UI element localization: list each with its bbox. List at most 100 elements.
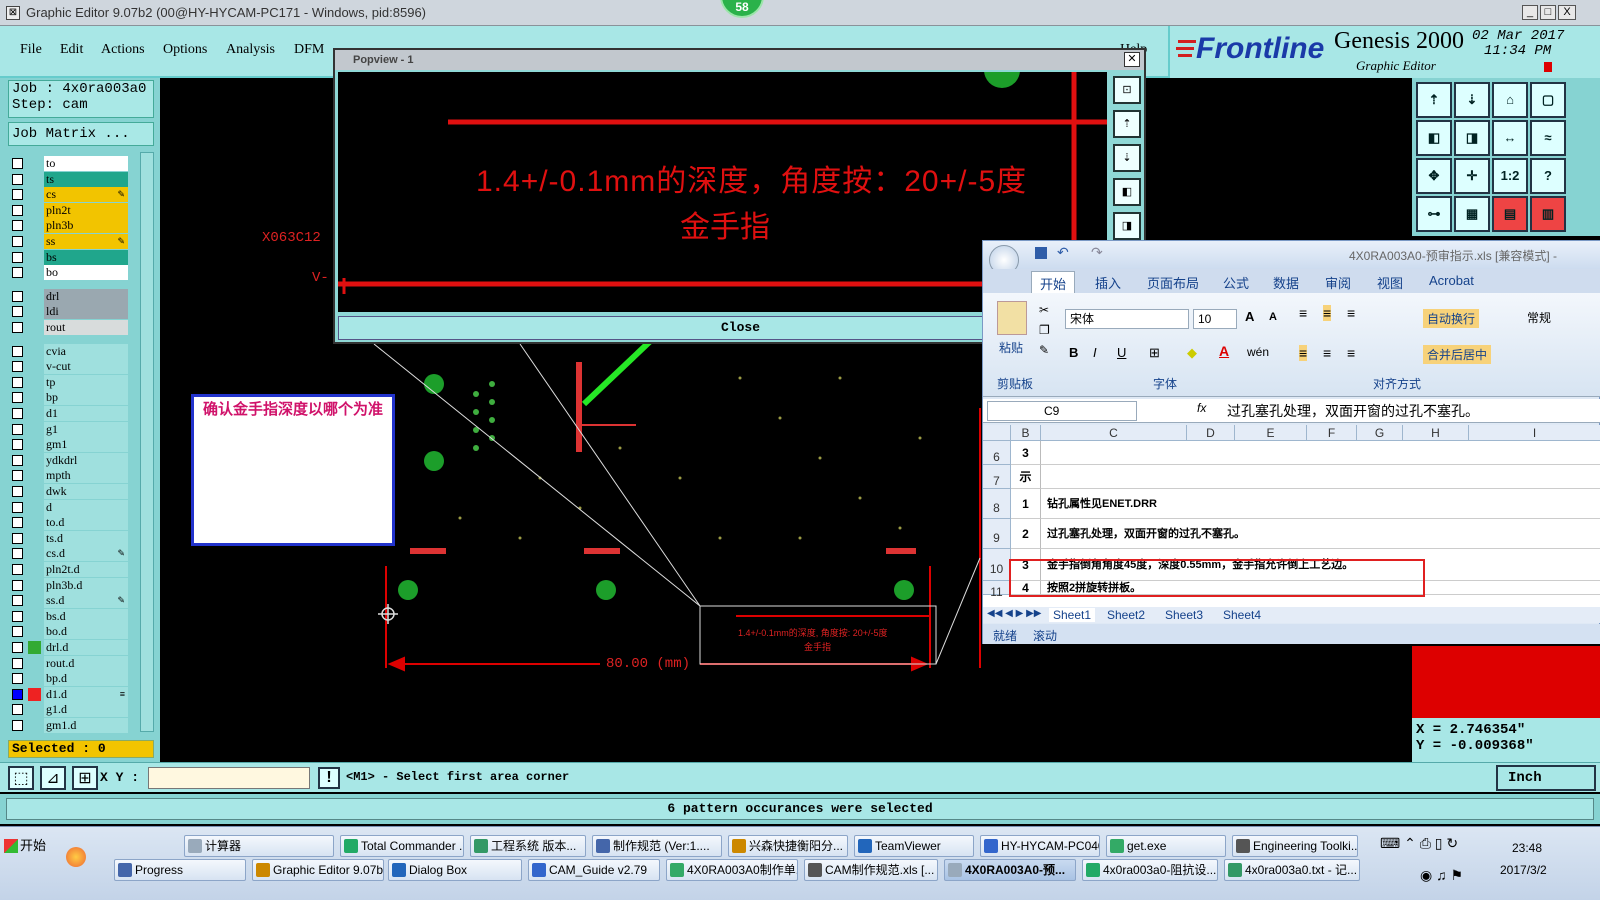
row-header[interactable]: 9 (983, 519, 1011, 549)
layer-state-icon[interactable] (28, 687, 41, 701)
taskbar-item[interactable]: 4X0RA003A0制作单... (666, 859, 798, 881)
col-header-f[interactable]: F (1307, 425, 1357, 441)
layer-row[interactable]: cvia (8, 343, 128, 359)
measure-icon[interactable]: ⊶ (1416, 196, 1452, 232)
italic-icon[interactable]: I (1093, 345, 1097, 360)
layer-state-icon[interactable] (28, 485, 41, 498)
layer-name[interactable]: pln3b (44, 218, 128, 234)
layer-state-icon[interactable] (28, 345, 41, 358)
layer-checkbox[interactable] (12, 189, 23, 201)
taskbar-item[interactable]: 4X0RA003A0-预... (944, 859, 1076, 881)
taskbar-item[interactable]: TeamViewer (854, 835, 974, 857)
popview-down-icon[interactable]: ⇣ (1113, 144, 1141, 172)
layer-state-icon[interactable] (28, 290, 41, 303)
format-painter-icon[interactable]: ✎ (1039, 343, 1049, 357)
layer-checkbox[interactable] (12, 306, 23, 318)
border-icon[interactable]: ⊞ (1149, 345, 1160, 361)
layer-state-icon[interactable] (28, 391, 41, 404)
col-header-e[interactable]: E (1235, 425, 1307, 441)
layer-row[interactable]: d1 (8, 406, 128, 421)
number-format-select[interactable]: 常规 (1527, 309, 1551, 326)
minimize-button[interactable]: _ (1522, 5, 1538, 20)
layer-state-icon[interactable] (28, 469, 41, 482)
layer-state-icon[interactable] (28, 423, 41, 436)
layer-checkbox[interactable] (12, 322, 23, 333)
layer-checkbox[interactable] (12, 579, 23, 591)
layer-row[interactable]: to.d (8, 515, 128, 531)
layer-name[interactable]: cvia (44, 343, 128, 359)
layer-row[interactable]: pln3b.d (8, 577, 128, 593)
layer-checkbox[interactable] (12, 392, 23, 404)
popview-left-icon[interactable]: ◧ (1113, 178, 1141, 206)
col-header-d[interactable]: D (1187, 425, 1235, 441)
tab-view[interactable]: 视图 (1377, 273, 1403, 292)
layer-list-scrollbar[interactable] (140, 152, 154, 732)
layer-checkbox[interactable] (12, 548, 23, 560)
layer-row[interactable]: pln2t (8, 202, 128, 218)
layer-state-icon[interactable] (28, 305, 41, 318)
layer-name[interactable]: pln2t.d (44, 562, 128, 577)
layer-row[interactable]: tp (8, 374, 128, 390)
cell-c[interactable]: 过孔塞孔处理，双面开窗的过孔不塞孔。 (1041, 519, 1600, 549)
layer-checkbox[interactable] (12, 501, 23, 513)
cell-c[interactable] (1041, 465, 1600, 489)
layer-state-icon[interactable] (28, 703, 41, 716)
menu-actions[interactable]: Actions (101, 42, 145, 58)
clock-time[interactable]: 23:48 (1512, 841, 1542, 855)
font-color-icon[interactable]: A (1219, 343, 1229, 359)
layer-row[interactable]: ldi (8, 304, 128, 320)
layer-state-icon[interactable] (28, 235, 41, 248)
tab-page-layout[interactable]: 页面布局 (1147, 273, 1199, 292)
menu-options[interactable]: Options (163, 42, 207, 58)
layer-name[interactable]: mpth (44, 468, 128, 484)
col-header-i[interactable]: I (1469, 425, 1600, 441)
layer-state-icon[interactable] (28, 532, 41, 545)
formula-input[interactable]: 过孔塞孔处理，双面开窗的过孔不塞孔。 (1227, 401, 1479, 421)
units-selector[interactable]: Inch (1496, 765, 1596, 791)
layer-row[interactable]: bp (8, 390, 128, 406)
taskbar-item[interactable]: 兴森快捷衡阳分... (728, 835, 848, 857)
layer-name[interactable]: rout (44, 320, 128, 335)
col-header-g[interactable]: G (1357, 425, 1403, 441)
layer-checkbox[interactable] (12, 704, 23, 716)
layer-name[interactable]: ts.d (44, 530, 128, 546)
layer-state-icon[interactable] (28, 251, 41, 264)
layer-row[interactable]: drl (8, 288, 128, 304)
merge-center-button[interactable]: 合并后居中 (1423, 345, 1492, 364)
layer-checkbox[interactable] (12, 517, 23, 529)
layer-row[interactable]: pln2t.d (8, 562, 128, 577)
taskbar-item[interactable]: CAM_Guide v2.79 (528, 859, 660, 881)
layer-row[interactable]: bo.d (8, 624, 128, 640)
layer-state-icon[interactable] (28, 641, 41, 654)
job-matrix-button[interactable]: Job Matrix ... (8, 122, 154, 146)
layer-row[interactable]: bp.d (8, 671, 128, 687)
tab-data[interactable]: 数据 (1273, 273, 1299, 292)
tab-review[interactable]: 审阅 (1325, 273, 1351, 292)
layer-state-icon[interactable] (28, 321, 41, 334)
home-icon[interactable]: ⌂ (1492, 82, 1528, 118)
layer-name[interactable]: drl (44, 288, 128, 304)
quicklaunch-icon[interactable] (66, 847, 86, 867)
layer-name[interactable]: ss (44, 234, 128, 249)
layer-row[interactable]: cs.d ✎ (8, 546, 128, 562)
font-name-select[interactable]: 宋体 (1065, 309, 1189, 329)
layer-checkbox[interactable] (12, 173, 23, 185)
layer-checkbox[interactable] (12, 220, 23, 232)
function-icon[interactable]: fx (1197, 401, 1206, 415)
save-icon[interactable] (1035, 247, 1047, 259)
popview-right-icon[interactable]: ◨ (1113, 212, 1141, 240)
layer-state-icon[interactable] (28, 563, 41, 576)
layer-name[interactable]: ldi (44, 304, 128, 320)
col-header-c[interactable]: C (1041, 425, 1187, 441)
layer-checkbox[interactable] (12, 564, 23, 575)
layer-name[interactable]: ydkdrl (44, 452, 128, 468)
layer-name[interactable]: to (44, 156, 128, 171)
layer-state-icon[interactable] (28, 454, 41, 467)
layer-name[interactable]: d (44, 499, 128, 515)
grow-font-icon[interactable]: A (1245, 309, 1254, 324)
layer-checkbox[interactable] (12, 657, 23, 669)
cell-b[interactable]: 3 (1011, 441, 1041, 465)
layer-checkbox[interactable] (12, 158, 23, 169)
layer-name[interactable]: gm1 (44, 437, 128, 453)
layer-row[interactable]: ydkdrl (8, 452, 128, 468)
